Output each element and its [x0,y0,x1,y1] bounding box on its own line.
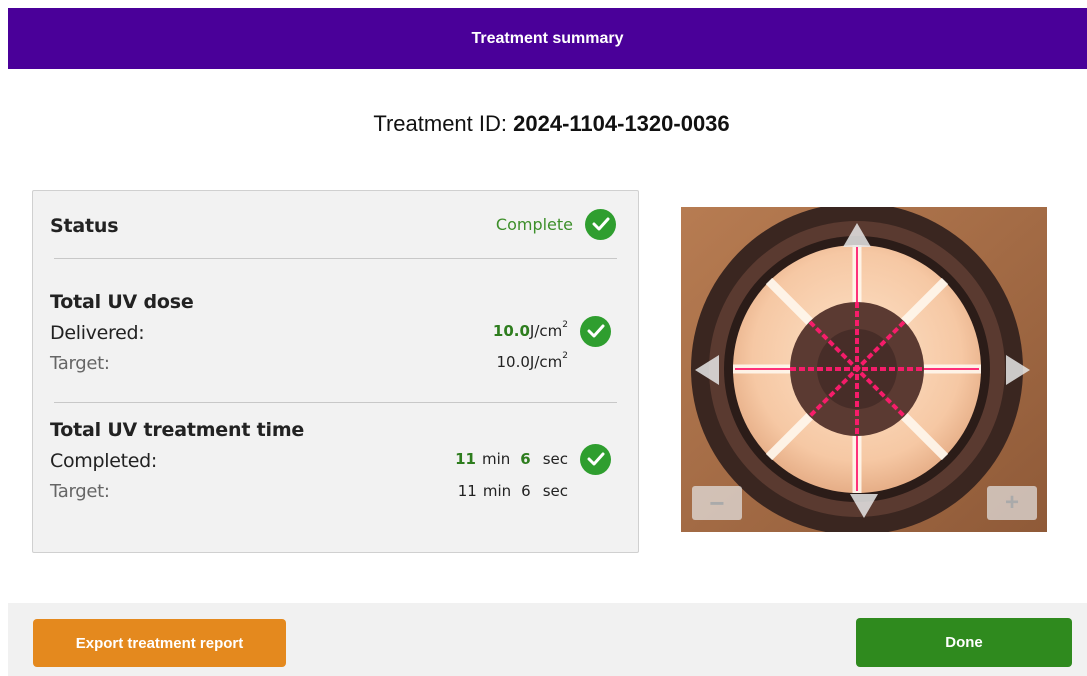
arrow-left-icon[interactable] [693,353,721,387]
dose-delivered-unit: J/cm [529,322,563,340]
camera-preview-image [681,207,1047,532]
dose-delivered-value: 10.0J/cm2 [492,320,568,340]
check-circle-icon [580,315,611,347]
check-circle-icon [585,208,616,240]
time-completed-sec: 6 [520,450,531,468]
zoom-in-button[interactable]: + [987,486,1037,520]
time-completed-group: 11 min 6 sec [449,443,611,475]
divider [54,402,617,403]
time-target-value: 11 min 6 sec [452,482,568,500]
arrow-up-icon[interactable] [841,221,873,249]
sec-label: sec [542,450,568,468]
summary-panel: Status Complete Total UV dose Delivered:… [32,190,639,553]
dose-target-value: 10.0J/cm2 [496,351,568,371]
time-target-group: 11 min 6 sec [452,478,568,504]
camera-preview: − + [681,207,1047,532]
time-completed-value: 11 min 6 sec [449,450,568,468]
time-completed-min: 11 [455,450,476,468]
sec-label: sec [542,482,568,500]
dose-target-unit: J/cm [529,353,563,371]
min-label: min [481,450,511,468]
min-label: min [482,482,512,500]
done-button[interactable]: Done [856,618,1072,667]
time-target-sec: 6 [521,482,531,500]
dose-target-group: 10.0J/cm2 [497,349,568,375]
treatment-id-label: Treatment ID: [373,111,514,136]
export-report-button[interactable]: Export treatment report [33,619,286,667]
page-title: Treatment summary [471,29,624,47]
zoom-out-button[interactable]: − [692,486,742,520]
time-title: Total UV treatment time [50,419,305,441]
arrow-down-icon[interactable] [848,492,880,520]
unit-superscript: 2 [562,351,568,361]
arrow-right-icon[interactable] [1004,353,1032,387]
treatment-id: Treatment ID: 2024-1104-1320-0036 [0,111,1087,137]
check-circle-icon [580,443,611,475]
dose-title: Total UV dose [50,291,194,313]
unit-superscript: 2 [562,320,568,330]
dose-target-number: 10.0 [496,353,530,371]
status-value-group: Complete [496,208,616,240]
app-header: Treatment summary [8,8,1087,69]
dose-delivered-number: 10.0 [492,322,530,340]
dose-delivered-group: 10.0J/cm2 [493,315,611,347]
treatment-id-value: 2024-1104-1320-0036 [513,111,730,136]
time-target-min: 11 [457,482,477,500]
status-value: Complete [495,214,573,234]
divider [54,258,617,259]
